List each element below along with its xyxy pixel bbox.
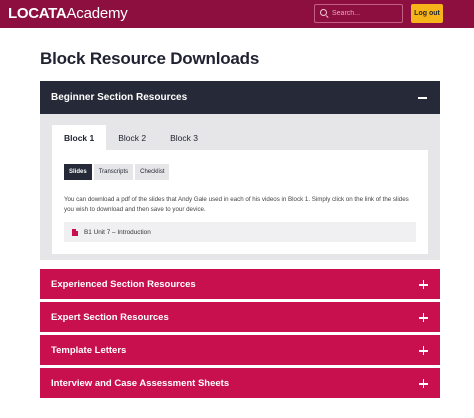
pdf-file-icon (72, 228, 78, 236)
download-link-label: B1 Unit 7 – Introduction (84, 228, 151, 236)
accordion-panel-beginner: Block 1 Block 2 Block 3 Slides Transcrip… (40, 114, 440, 260)
expand-plus-icon[interactable] (419, 379, 428, 388)
resource-type-tabs: Slides Transcripts Checklist (64, 164, 170, 180)
accordion-header-expert[interactable]: Expert Section Resources (40, 302, 440, 332)
accordion-title: Expert Section Resources (51, 311, 169, 323)
logo-light-text: Academy (66, 5, 128, 22)
locata-academy-logo[interactable]: LOCATA Academy (8, 5, 128, 23)
tab-block-3[interactable]: Block 3 (158, 125, 210, 150)
top-navigation-bar: LOCATA Academy Log out (0, 0, 474, 28)
accordion-title: Beginner Section Resources (51, 92, 188, 103)
logo-bold-text: LOCATA (8, 5, 67, 22)
expand-plus-icon[interactable] (419, 346, 428, 355)
accordion-title: Experienced Section Resources (51, 278, 196, 290)
search-box[interactable] (314, 4, 403, 23)
expand-plus-icon[interactable] (419, 313, 428, 322)
accordion-header-experienced[interactable]: Experienced Section Resources (40, 269, 440, 299)
tab-block-2[interactable]: Block 2 (106, 125, 159, 150)
search-icon (320, 9, 329, 19)
accordion-title: Template Letters (51, 344, 127, 356)
accordion-header-template-letters[interactable]: Template Letters (40, 335, 440, 365)
tab-block-1[interactable]: Block 1 (52, 125, 107, 150)
subtab-slides[interactable]: Slides (64, 164, 92, 180)
search-input[interactable] (332, 10, 402, 17)
page-title: Block Resource Downloads (40, 49, 260, 68)
subtab-checklist[interactable]: Checklist (135, 164, 170, 180)
slides-description: You can download a pdf of the slides tha… (64, 196, 409, 213)
accordion-header-interview-sheets[interactable]: Interview and Case Assessment Sheets (40, 368, 440, 398)
block-tabs: Block 1 Block 2 Block 3 (52, 125, 210, 150)
subtab-transcripts[interactable]: Transcripts (93, 164, 134, 180)
accordion-title: Interview and Case Assessment Sheets (51, 377, 230, 389)
collapse-minus-icon[interactable] (418, 97, 427, 99)
tab-content-block-1: Slides Transcripts Checklist You can dow… (52, 150, 428, 254)
download-link-b1-unit-7[interactable]: B1 Unit 7 – Introduction (64, 222, 416, 242)
accordion-header-beginner[interactable]: Beginner Section Resources (40, 81, 440, 114)
logout-button[interactable]: Log out (411, 4, 443, 23)
expand-plus-icon[interactable] (419, 280, 428, 289)
